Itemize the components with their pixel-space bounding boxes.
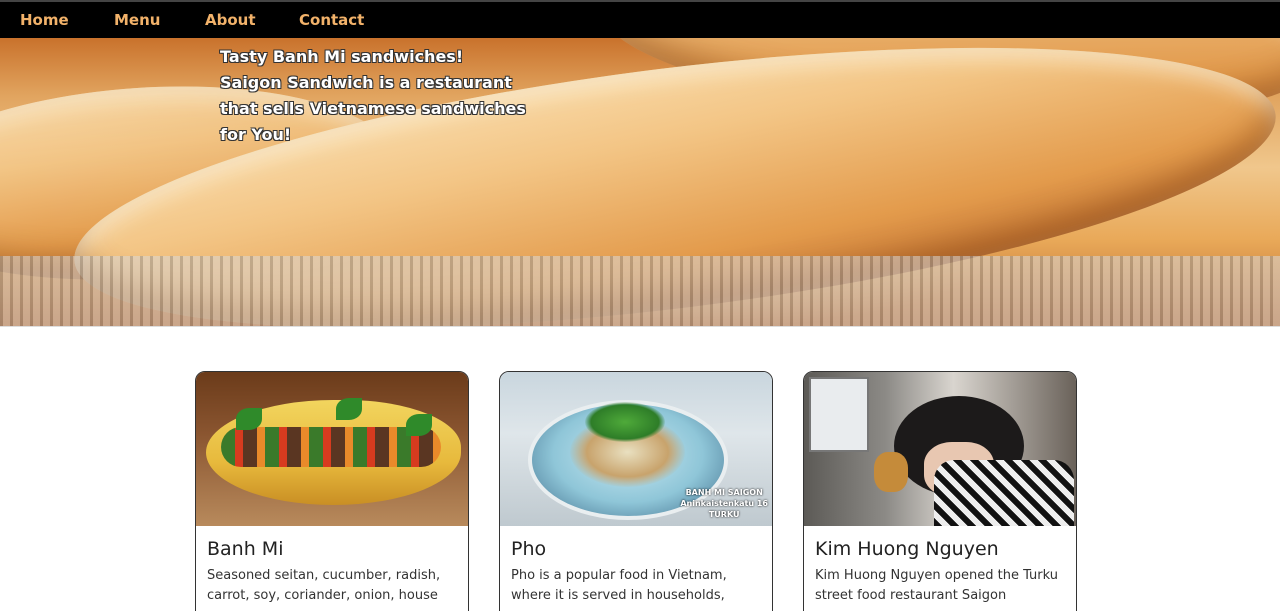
hero-line: that sells Vietnamese sandwiches [220,99,526,118]
owner-image [804,372,1076,526]
card-description: Kim Huong Nguyen opened the Turku street… [815,568,1059,603]
pho-image: BANH MI SAIGON Aninkaistenkatu 16 TURKU [500,372,772,526]
hero-tray [0,256,1280,326]
nav-home-link[interactable]: Home [20,11,114,29]
card-pho[interactable]: BANH MI SAIGON Aninkaistenkatu 16 TURKU … [499,371,773,611]
hero-banner: Tasty Banh Mi sandwiches! Saigon Sandwic… [0,38,1280,327]
nav-about-link[interactable]: About [205,11,299,29]
nav-menu-link[interactable]: Menu [114,11,205,29]
card-title: Kim Huong Nguyen [815,538,999,560]
card-title: Pho [511,538,547,560]
card-description: Pho is a popular food in Vietnam, where … [511,568,727,603]
card-title: Banh Mi [207,538,284,560]
hero-line: for You! [220,125,292,144]
card-banh-mi[interactable]: Banh Mi Seasoned seitan, cucumber, radis… [195,371,469,611]
card-description: Seasoned seitan, cucumber, radish, carro… [207,568,441,603]
hero-line: Tasty Banh Mi sandwiches! [220,47,464,66]
hero-tagline: Tasty Banh Mi sandwiches! Saigon Sandwic… [220,44,540,148]
image-caption: BANH MI SAIGON Aninkaistenkatu 16 TURKU [680,488,768,519]
banh-mi-image [196,372,468,526]
hero-line: Saigon Sandwich is a restaurant [220,73,512,92]
card-kim-huong-nguyen[interactable]: Kim Huong Nguyen Kim Huong Nguyen opened… [803,371,1077,611]
nav-contact-link[interactable]: Contact [299,11,399,29]
top-nav: Home Menu About Contact [0,0,1280,38]
